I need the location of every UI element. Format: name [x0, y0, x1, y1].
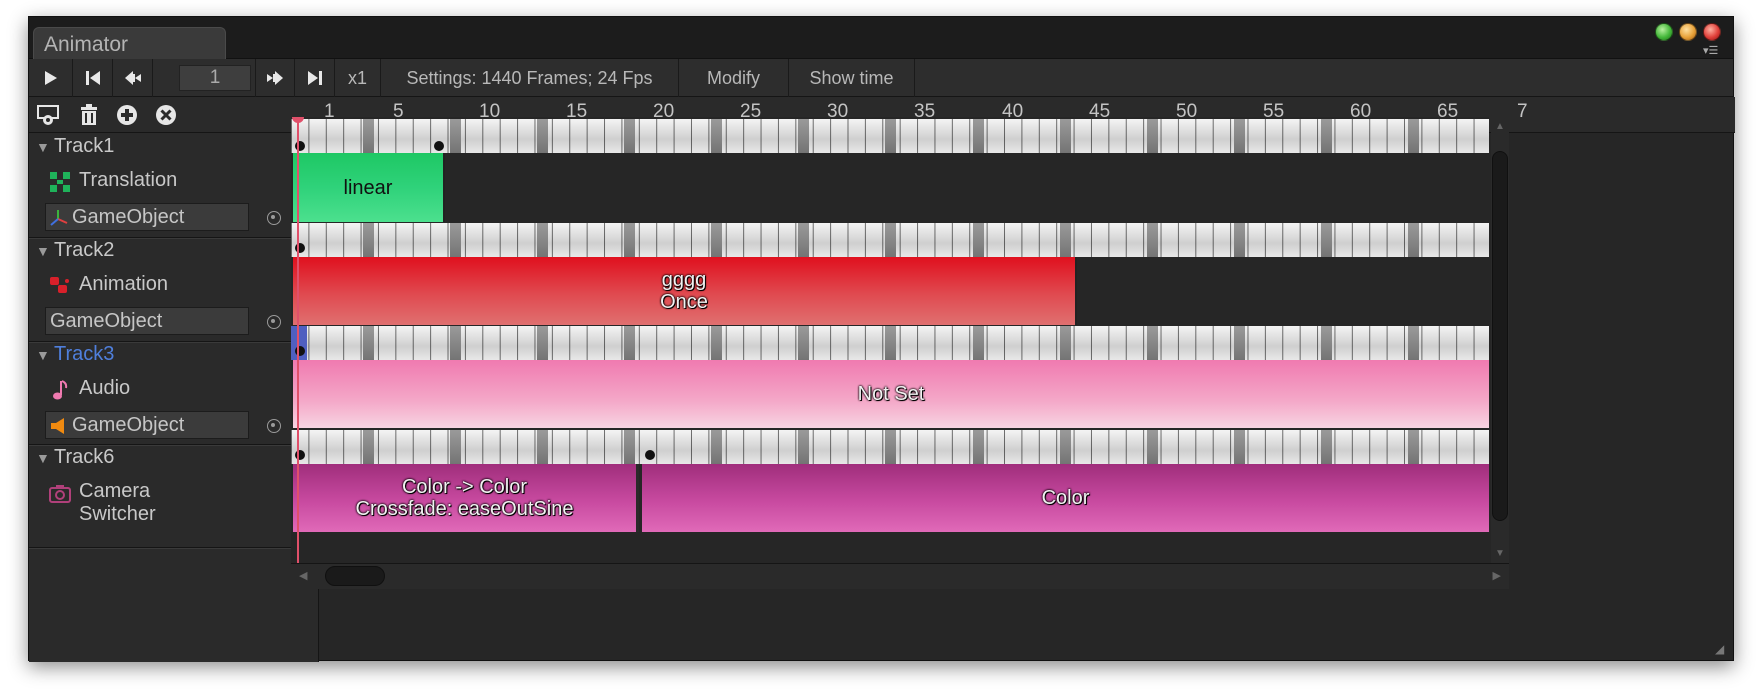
panel-menu-icon[interactable]: ▾☰ — [1703, 45, 1725, 57]
collapse-triangle-icon[interactable]: ▼ — [36, 450, 50, 466]
modify-label: Modify — [706, 67, 760, 88]
playback-speed-button[interactable]: x1 — [335, 59, 381, 97]
settings-button[interactable]: Settings: 1440 Frames; 24 Fps — [381, 59, 679, 97]
play-button[interactable] — [29, 59, 73, 97]
title-bar: Animator ▾☰ — [29, 17, 1733, 59]
previous-frame-icon — [124, 71, 141, 85]
close-light[interactable] — [1703, 23, 1721, 41]
camera-icon — [49, 485, 71, 503]
keyframe-strip[interactable] — [291, 119, 1489, 153]
minimize-light[interactable] — [1655, 23, 1673, 41]
track-name: Track3 — [54, 343, 115, 365]
object-name: GameObject — [50, 310, 163, 332]
resize-grip-icon[interactable]: ◢ — [1715, 642, 1731, 658]
component-name: Camera Switcher — [79, 480, 156, 525]
playhead[interactable] — [297, 117, 299, 563]
scroll-up-arrow-icon[interactable]: ▲ — [1495, 121, 1505, 132]
keyframe-strip[interactable] — [291, 326, 1489, 360]
track-list: ▼ Track1 Translation GameObject ▼ Track2 — [29, 133, 319, 662]
collapse-triangle-icon[interactable]: ▼ — [36, 243, 50, 259]
show-time-button[interactable]: Show time — [789, 59, 915, 97]
object-picker-icon[interactable] — [267, 419, 281, 433]
add-icon[interactable] — [116, 104, 138, 126]
clip-label: gggg — [661, 269, 707, 291]
skip-to-start-icon — [85, 71, 100, 85]
horizontal-scroll-thumb[interactable] — [325, 566, 385, 586]
settings-label: Settings: 1440 Frames; 24 Fps — [406, 67, 653, 88]
collapse-triangle-icon[interactable]: ▼ — [36, 347, 50, 363]
track6-clip-color[interactable]: Color — [642, 464, 1489, 532]
last-frame-button[interactable] — [295, 59, 335, 97]
track-header-track1[interactable]: ▼ Track1 — [29, 133, 319, 163]
track2-clip[interactable]: gggg Once — [293, 257, 1077, 325]
add-track-icon[interactable] — [37, 105, 61, 127]
track-header-track2[interactable]: ▼ Track2 — [29, 237, 319, 267]
timeline-area[interactable]: linear gggg Once Not Set Color -> Color — [291, 117, 1489, 563]
track6-clip-crossfade[interactable]: Color -> Color Crossfade: easeOutSine — [293, 464, 639, 532]
track-header-track6[interactable]: ▼ Track6 — [29, 444, 319, 474]
frame-number-field[interactable]: 1 — [179, 65, 251, 91]
track3-clip[interactable]: Not Set — [293, 360, 1489, 428]
track1-clip[interactable]: linear — [293, 153, 445, 222]
skip-to-end-icon — [307, 71, 322, 85]
collapse-triangle-icon[interactable]: ▼ — [36, 139, 50, 155]
trash-icon[interactable] — [79, 104, 99, 126]
track-name: Track6 — [54, 446, 115, 468]
ruler-tick: 7 — [1517, 101, 1528, 122]
track1-object-field[interactable]: GameObject — [45, 203, 249, 231]
audio-note-icon — [53, 380, 68, 400]
audio-source-icon — [51, 418, 64, 434]
track-name: Track1 — [54, 135, 115, 157]
transform-icon — [50, 210, 68, 226]
playback-speed-label: x1 — [347, 67, 367, 88]
track-name: Track2 — [54, 239, 115, 261]
scroll-left-arrow-icon[interactable]: ◀ — [299, 569, 307, 582]
component-name: Translation — [79, 169, 178, 191]
object-name: GameObject — [72, 414, 185, 436]
animation-icon — [50, 277, 69, 293]
clip-label: Color -> Color — [401, 476, 528, 498]
zoom-light[interactable] — [1679, 23, 1697, 41]
vertical-scroll-thumb[interactable] — [1492, 151, 1508, 521]
scroll-right-arrow-icon[interactable]: ▶ — [1493, 569, 1501, 582]
object-picker-icon[interactable] — [267, 315, 281, 329]
next-frame-icon — [267, 71, 283, 85]
clip-label: Not Set — [857, 383, 925, 405]
translation-icon — [50, 172, 70, 192]
keyframe-marker[interactable] — [645, 450, 655, 460]
remove-icon[interactable] — [155, 104, 177, 126]
track-header-track3[interactable]: ▼ Track3 — [29, 341, 319, 371]
animator-window: Animator ▾☰ 1 x1 Settings: 1440 Frames; … — [28, 16, 1735, 662]
scroll-down-arrow-icon[interactable]: ▼ — [1495, 548, 1505, 559]
object-picker-icon[interactable] — [267, 211, 281, 225]
keyframe-strip[interactable] — [291, 430, 1489, 464]
modify-button[interactable]: Modify — [679, 59, 789, 97]
horizontal-scrollbar[interactable]: ◀ ▶ — [291, 563, 1509, 589]
track-separator — [29, 547, 319, 549]
component-name: Animation — [79, 273, 168, 295]
track3-object-field[interactable]: GameObject — [45, 411, 249, 439]
previous-frame-button[interactable] — [113, 59, 153, 97]
next-frame-button[interactable] — [255, 59, 295, 97]
play-icon — [44, 71, 57, 85]
keyframe-marker[interactable] — [434, 141, 444, 151]
keyframe-strip[interactable] — [291, 223, 1489, 257]
clip-label: Color — [1041, 487, 1090, 509]
window-tab-label: Animator — [44, 33, 129, 56]
transport-toolbar: 1 x1 Settings: 1440 Frames; 24 Fps Modif… — [29, 59, 1733, 97]
window-tab[interactable]: Animator — [33, 27, 226, 59]
track2-object-field[interactable]: GameObject — [45, 307, 249, 335]
clip-sublabel: Once — [660, 291, 708, 313]
track-tools — [29, 97, 319, 133]
clip-sublabel: Crossfade: easeOutSine — [355, 498, 574, 520]
component-name: Audio — [79, 377, 131, 399]
clip-label: linear — [343, 176, 393, 199]
first-frame-button[interactable] — [73, 59, 113, 97]
object-name: GameObject — [72, 206, 185, 228]
show-time-label: Show time — [809, 67, 894, 88]
